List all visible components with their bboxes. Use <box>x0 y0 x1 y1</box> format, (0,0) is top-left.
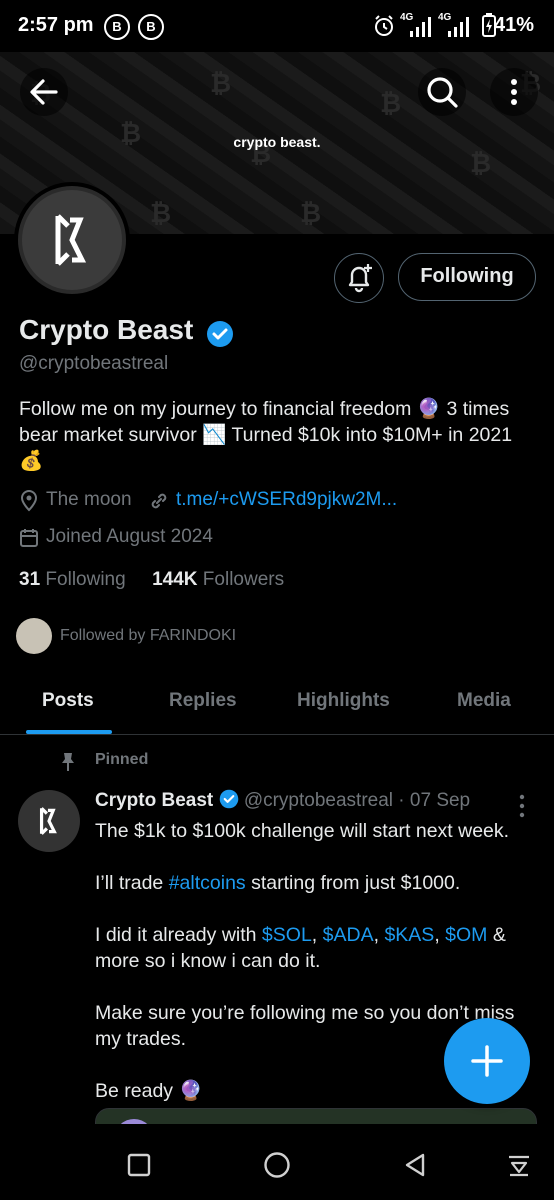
joined-date: Joined August 2024 <box>46 526 213 547</box>
alarm-icon <box>375 15 393 36</box>
following-label: Following <box>45 569 126 590</box>
post-line: The $1k to $100k challenge will start ne… <box>95 820 510 842</box>
compose-post-button[interactable] <box>444 1018 530 1104</box>
post-author-handle: @cryptobeastreal <box>243 790 394 811</box>
followers-count: 144K <box>152 569 198 590</box>
follow-counts: 31 Following 144K Followers <box>19 569 284 591</box>
svg-text:₿: ₿ <box>300 199 321 229</box>
followers-label: Followers <box>202 569 285 590</box>
tab-media[interactable]: Media <box>457 690 511 712</box>
verified-badge-icon <box>219 789 238 809</box>
svg-text:₿: ₿ <box>470 149 491 179</box>
followers-link[interactable]: 144K Followers <box>152 569 284 590</box>
tab-posts[interactable]: Posts <box>42 690 94 712</box>
pinned-label: Pinned <box>95 751 149 768</box>
verified-badge-icon <box>207 321 233 347</box>
followed-by-text[interactable]: Followed by FARINDOKI <box>60 627 236 645</box>
separator-dot: · <box>398 790 405 811</box>
status-time: 2:57 pm <box>18 14 94 36</box>
calendar-icon <box>20 529 38 547</box>
pin-icon <box>62 753 74 771</box>
location-icon <box>20 490 38 512</box>
logo-icon <box>39 807 57 835</box>
bell-plus-icon <box>348 264 372 293</box>
system-nav-bar <box>0 1124 554 1200</box>
cashtag-link[interactable]: $ADA <box>323 924 374 946</box>
notification-shade-icon[interactable] <box>506 1152 532 1178</box>
square-icon[interactable] <box>126 1152 152 1178</box>
post-text: starting from just $1000. <box>245 872 461 894</box>
profile-name: Crypto Beast <box>19 314 193 346</box>
following-link[interactable]: 31 Following <box>19 569 126 590</box>
tab-replies[interactable]: Replies <box>169 690 237 712</box>
cashtag-link[interactable]: $KAS <box>384 924 434 946</box>
notifications-button[interactable] <box>334 253 384 303</box>
search-button[interactable] <box>418 68 466 116</box>
triangle-back-icon[interactable] <box>402 1151 428 1179</box>
post-text: I did it already with <box>95 924 262 946</box>
svg-text:₿: ₿ <box>380 89 401 119</box>
follower-avatar[interactable] <box>16 618 52 654</box>
svg-text:₿: ₿ <box>210 69 231 99</box>
logo-icon <box>55 214 87 266</box>
following-count: 31 <box>19 569 41 590</box>
link-icon <box>151 493 167 509</box>
profile-name-text: Crypto Beast <box>19 314 194 345</box>
post-more-icon[interactable] <box>514 792 530 820</box>
bio-line: Follow me on my journey to financial fre… <box>19 398 510 420</box>
post-text: , <box>434 924 446 946</box>
location-text: The moon <box>46 489 132 510</box>
bio-line: bear market survivor 📉 Turned $10k into … <box>19 424 513 446</box>
post-line: I did it already with $SOL, $ADA, $KAS, … <box>95 922 535 974</box>
post-author-name[interactable]: Crypto Beast <box>95 790 213 811</box>
battery-percent: 41% <box>493 14 534 36</box>
back-button[interactable] <box>20 68 68 116</box>
svg-text:₿: ₿ <box>150 199 171 229</box>
plus-icon <box>471 1045 503 1077</box>
banner-text: crypto beast. <box>233 134 321 150</box>
post-date: 07 Sep <box>409 790 471 811</box>
profile-tabs: Posts Replies Highlights Media <box>0 670 554 735</box>
post-text: I’ll trade <box>95 872 169 894</box>
profile-avatar[interactable] <box>14 182 130 298</box>
post-line: I’ll trade #altcoins starting from just … <box>95 870 535 896</box>
post-header: Crypto Beast @cryptobeastreal · 07 Sep <box>95 789 470 812</box>
profile-link[interactable]: t.me/+cWSERd9pjkw2M... <box>176 489 397 511</box>
profile-bio: Follow me on my journey to financial fre… <box>19 396 539 474</box>
following-button[interactable]: Following <box>398 253 536 301</box>
circle-icon[interactable] <box>262 1150 292 1180</box>
cashtag-link[interactable]: $SOL <box>262 924 312 946</box>
profile-handle: @cryptobeastreal <box>19 353 169 374</box>
post-text: , <box>311 924 323 946</box>
tab-highlights[interactable]: Highlights <box>297 690 390 712</box>
bio-line: 💰 <box>19 450 44 472</box>
post-text: , <box>373 924 385 946</box>
status-bar: 2:57 pm B B 4G 4G 41% <box>0 0 554 52</box>
active-tab-indicator <box>26 730 112 734</box>
arrow-left-icon <box>30 79 58 105</box>
post-author-avatar[interactable] <box>18 790 80 852</box>
notification-b-icon: B <box>138 14 164 40</box>
signal-icon <box>448 17 469 37</box>
more-vertical-icon <box>511 79 517 105</box>
search-icon <box>427 77 458 108</box>
cashtag-link[interactable]: $OM <box>445 924 487 946</box>
hashtag-link[interactable]: #altcoins <box>169 872 246 894</box>
more-options-button[interactable] <box>490 68 538 116</box>
notification-b-icon: B <box>104 14 130 40</box>
signal-icon <box>410 17 431 37</box>
